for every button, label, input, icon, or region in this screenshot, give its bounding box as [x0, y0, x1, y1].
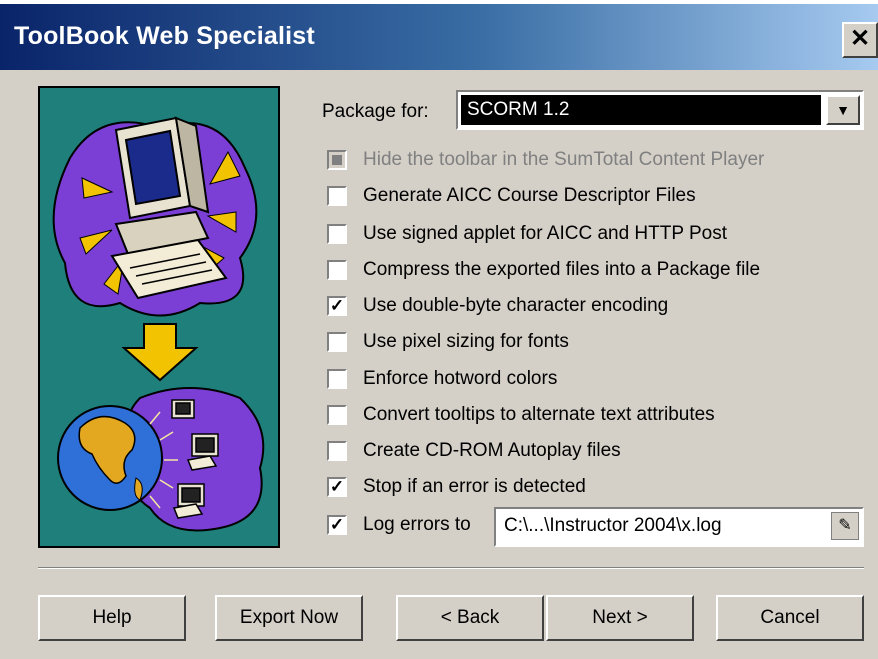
checkbox-hide-toolbar [327, 150, 347, 170]
log-file-path: C:\...\Instructor 2004\x.log [504, 515, 722, 536]
illustration-panel [38, 86, 280, 548]
title-bar[interactable]: ToolBook Web Specialist ✕ [0, 4, 878, 70]
divider [38, 567, 864, 569]
option-label: Convert tooltips to alternate text attri… [363, 404, 715, 425]
checkbox-signed-applet[interactable] [327, 224, 347, 244]
option-label: Create CD-ROM Autoplay files [363, 440, 621, 461]
next-button[interactable]: Next > [546, 595, 694, 641]
chevron-down-icon[interactable]: ▼ [826, 95, 860, 125]
help-button[interactable]: Help [38, 595, 186, 641]
option-label: Use pixel sizing for fonts [363, 331, 569, 352]
checkbox-pixel-sizing[interactable] [327, 332, 347, 352]
checkbox-stop-on-error[interactable]: ✓ [327, 477, 347, 497]
option-label: Use double-byte character encoding [363, 295, 669, 316]
dialog-window: ToolBook Web Specialist ✕ Package for: S… [0, 0, 878, 659]
option-label: Generate AICC Course Descriptor Files [363, 185, 696, 206]
option-label: Stop if an error is detected [363, 476, 586, 497]
close-icon: ✕ [849, 25, 871, 52]
checkbox-autoplay[interactable] [327, 441, 347, 461]
option-label: Compress the exported files into a Packa… [363, 259, 761, 280]
checkbox-convert-tooltips[interactable] [327, 405, 347, 425]
option-label: Use signed applet for AICC and HTTP Post [363, 223, 727, 244]
close-button[interactable]: ✕ [842, 22, 878, 58]
option-label: Enforce hotword colors [363, 368, 558, 389]
checkbox-log-errors[interactable]: ✓ [327, 515, 347, 535]
checkbox-double-byte[interactable]: ✓ [327, 296, 347, 316]
export-now-button[interactable]: Export Now [215, 595, 363, 641]
log-file-field[interactable]: C:\...\Instructor 2004\x.log ✎ [494, 507, 864, 547]
package-for-label: Package for: [322, 101, 429, 122]
checkbox-compress-package[interactable] [327, 260, 347, 280]
package-selected-value: SCORM 1.2 [461, 95, 821, 125]
window-title: ToolBook Web Specialist [14, 22, 315, 50]
publish-illustration [52, 116, 265, 532]
back-button[interactable]: < Back [396, 595, 544, 641]
checkbox-hotword-colors[interactable] [327, 369, 347, 389]
down-arrow-icon [121, 323, 199, 382]
cancel-button[interactable]: Cancel [716, 595, 864, 641]
dialog-body: Package for: SCORM 1.2 ▼ Hide the toolba… [0, 70, 878, 659]
checkbox-generate-aicc[interactable] [327, 186, 347, 206]
option-label: Log errors to [363, 514, 471, 535]
option-label: Hide the toolbar in the SumTotal Content… [363, 149, 765, 170]
edit-icon[interactable]: ✎ [831, 512, 859, 540]
package-select[interactable]: SCORM 1.2 ▼ [456, 90, 864, 130]
